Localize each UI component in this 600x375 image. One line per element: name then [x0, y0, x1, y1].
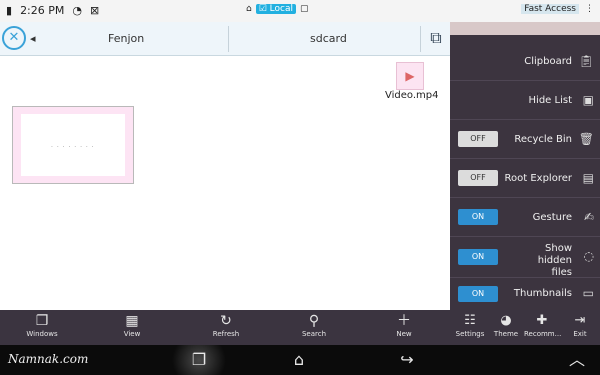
exit-label: Exit [573, 330, 587, 338]
breadcrumb-arrow-icon: ◂ [30, 32, 36, 45]
gesture-icon: ✍︎ [583, 210, 594, 224]
sidebar-item-label: Thumbnails [513, 288, 572, 299]
video-file-icon[interactable]: ▶ [396, 62, 424, 90]
back-icon[interactable]: ↪ [392, 349, 422, 371]
hide-list-icon: ▣ [582, 93, 594, 107]
sidebar-item-label: Hide List [528, 95, 572, 106]
recycle-bin-toggle[interactable]: OFF [458, 131, 498, 147]
phone-small-icon: ▢ [300, 4, 309, 14]
view-button[interactable]: ▦ View [102, 312, 162, 344]
root-explorer-toggle[interactable]: OFF [458, 170, 498, 186]
theme-label: Theme [493, 330, 519, 338]
status-time: 2:26 PM [20, 4, 65, 17]
screen: ▮ 2:26 PM ◔ ⊠ ⌂ ☑ Local ▢ Fast Access ⋮ … [0, 0, 600, 375]
watermark: Namnak.com [8, 352, 89, 366]
breadcrumb-separator [228, 26, 229, 52]
view-label: View [123, 330, 141, 338]
sidebar-item-label: Recycle Bin [514, 134, 572, 145]
root-icon: ▤ [582, 171, 594, 185]
thumbnail-frame: · · · · · · · · [21, 114, 125, 176]
local-label: Local [269, 4, 293, 14]
thumbnails-icon: ▭ [582, 286, 594, 300]
settings-button[interactable]: ☷ Settings [452, 312, 488, 344]
sidebar-item-hide-list[interactable]: Hide List ▣ [450, 81, 600, 120]
sidebar-item-label: Gesture [532, 212, 572, 223]
navigation-bar: Namnak.com ❐ ⌂ ↪ ︿ [0, 345, 600, 375]
tab-switch-icon[interactable]: ⧉ [422, 24, 450, 52]
refresh-icon: ↻ [220, 313, 232, 329]
recommend-button[interactable]: ✚ Recomm... [524, 312, 562, 344]
hidden-files-icon: ◌ [583, 249, 594, 263]
clipboard-icon: 📋︎ [578, 54, 594, 68]
sidebar-item-clipboard[interactable]: Clipboard 📋︎ [450, 42, 600, 81]
thumbnails-toggle[interactable]: ON [458, 286, 498, 302]
windows-label: Windows [26, 330, 58, 338]
bottom-toolbar: ❐ Windows ▦ View ↻ Refresh ⚲ Search ＋ Ne… [0, 310, 450, 345]
breadcrumb-item-sdcard[interactable]: sdcard [310, 32, 347, 45]
status-bar: ▮ 2:26 PM ◔ ⊠ ⌂ ☑ Local ▢ Fast Access ⋮ [0, 0, 600, 22]
gesture-toggle[interactable]: ON [458, 209, 498, 225]
video-thumbnail[interactable]: · · · · · · · · [12, 106, 134, 184]
show-hidden-files-toggle[interactable]: ON [458, 249, 498, 265]
windows-icon: ❐ [35, 313, 49, 329]
fast-access-title: Fast Access [521, 4, 579, 14]
breadcrumb-separator [420, 26, 421, 52]
refresh-label: Refresh [212, 330, 240, 338]
sidebar-header [450, 22, 600, 35]
sidebar-item-label: Show hidden files [537, 243, 572, 278]
breadcrumb: ✕ ◂ Fenjon sdcard ⧉ [0, 22, 450, 56]
exit-button[interactable]: ⇥ Exit [562, 312, 598, 344]
file-name[interactable]: Video.mp4 [385, 90, 438, 101]
trash-icon: 🗑︎ [578, 132, 594, 146]
file-list: ▶ Video.mp4 · · · · · · · · [0, 56, 450, 310]
sidebar-item-label: Root Explorer [504, 173, 572, 184]
sidebar-item-show-hidden-files[interactable]: ON Show hidden files ◌ [450, 237, 600, 278]
home-small-icon: ⌂ [246, 4, 252, 14]
search-button[interactable]: ⚲ Search [284, 312, 344, 344]
chevron-up-icon[interactable]: ︿ [562, 349, 592, 371]
sidebar-item-root-explorer[interactable]: OFF Root Explorer ▤ [450, 159, 600, 198]
notification-icon: ⊠ [90, 4, 100, 17]
settings-label: Settings [455, 330, 485, 338]
home-icon[interactable]: ⌂ [284, 349, 314, 371]
refresh-button[interactable]: ↻ Refresh [196, 312, 256, 344]
search-label: Search [301, 330, 327, 338]
local-check-icon: ☑ [258, 4, 267, 14]
windows-button[interactable]: ❐ Windows [12, 312, 72, 344]
new-label: New [396, 330, 412, 338]
sidebar-item-label: Clipboard [524, 56, 572, 67]
breadcrumb-item-fenjon[interactable]: Fenjon [108, 32, 144, 45]
new-button[interactable]: ＋ New [374, 312, 434, 344]
sidebar-item-gesture[interactable]: ON Gesture ✍︎ [450, 198, 600, 237]
plus-icon: ＋ [397, 313, 411, 329]
grid-icon: ▦ [125, 313, 139, 329]
thumbnail-text: · · · · · · · · [51, 144, 95, 151]
exit-icon: ⇥ [574, 313, 586, 328]
sidebar-item-thumbnails[interactable]: ON Thumbnails ▭ [450, 278, 600, 310]
recommend-label: Recomm... [524, 330, 562, 338]
menu-dots-icon[interactable]: ⋮ [585, 4, 594, 14]
wifi-icon: ◔ [72, 4, 82, 17]
theme-button[interactable]: ◕ Theme [488, 312, 524, 344]
battery-icon: ▮ [6, 4, 13, 17]
close-icon[interactable]: ✕ [2, 26, 26, 50]
recent-apps-icon[interactable]: ❐ [184, 349, 214, 371]
sidebar-item-recycle-bin[interactable]: OFF Recycle Bin 🗑︎ [450, 120, 600, 159]
settings-icon: ☷ [464, 313, 476, 328]
sidebar-actions: ☷ Settings ◕ Theme ✚ Recomm... ⇥ Exit [450, 310, 600, 345]
fast-access-sidebar: Clipboard 📋︎ Hide List ▣ OFF Recycle Bin… [450, 22, 600, 310]
recommend-icon: ✚ [536, 313, 548, 328]
search-icon: ⚲ [308, 313, 320, 329]
theme-icon: ◕ [500, 313, 512, 328]
local-chip[interactable]: ☑ Local [255, 4, 296, 14]
